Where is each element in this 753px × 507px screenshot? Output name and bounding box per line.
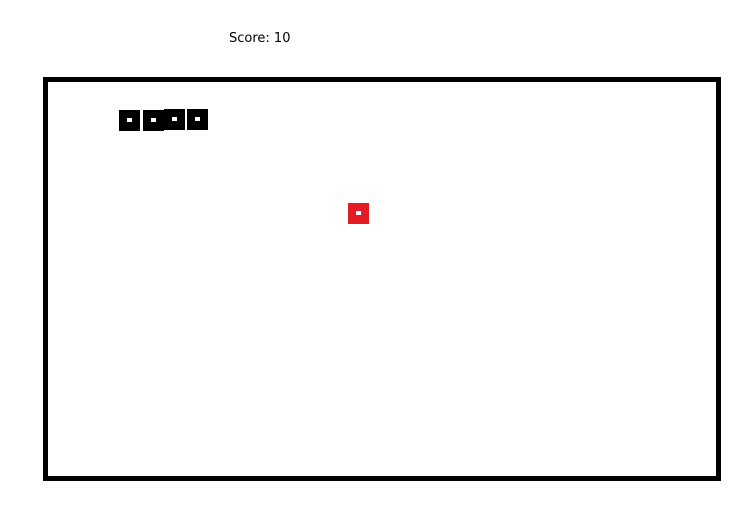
score-label: Score: 10 (229, 31, 291, 46)
snake-segment (164, 109, 185, 130)
segment-dot (195, 117, 200, 121)
game-board[interactable] (43, 77, 721, 481)
segment-dot (151, 118, 156, 122)
segment-dot (172, 117, 177, 121)
segment-dot (127, 118, 132, 122)
snake-head (187, 109, 208, 130)
food-dot (356, 211, 361, 215)
food-item (348, 203, 369, 224)
snake-segment (119, 110, 140, 131)
snake-segment (143, 110, 164, 131)
